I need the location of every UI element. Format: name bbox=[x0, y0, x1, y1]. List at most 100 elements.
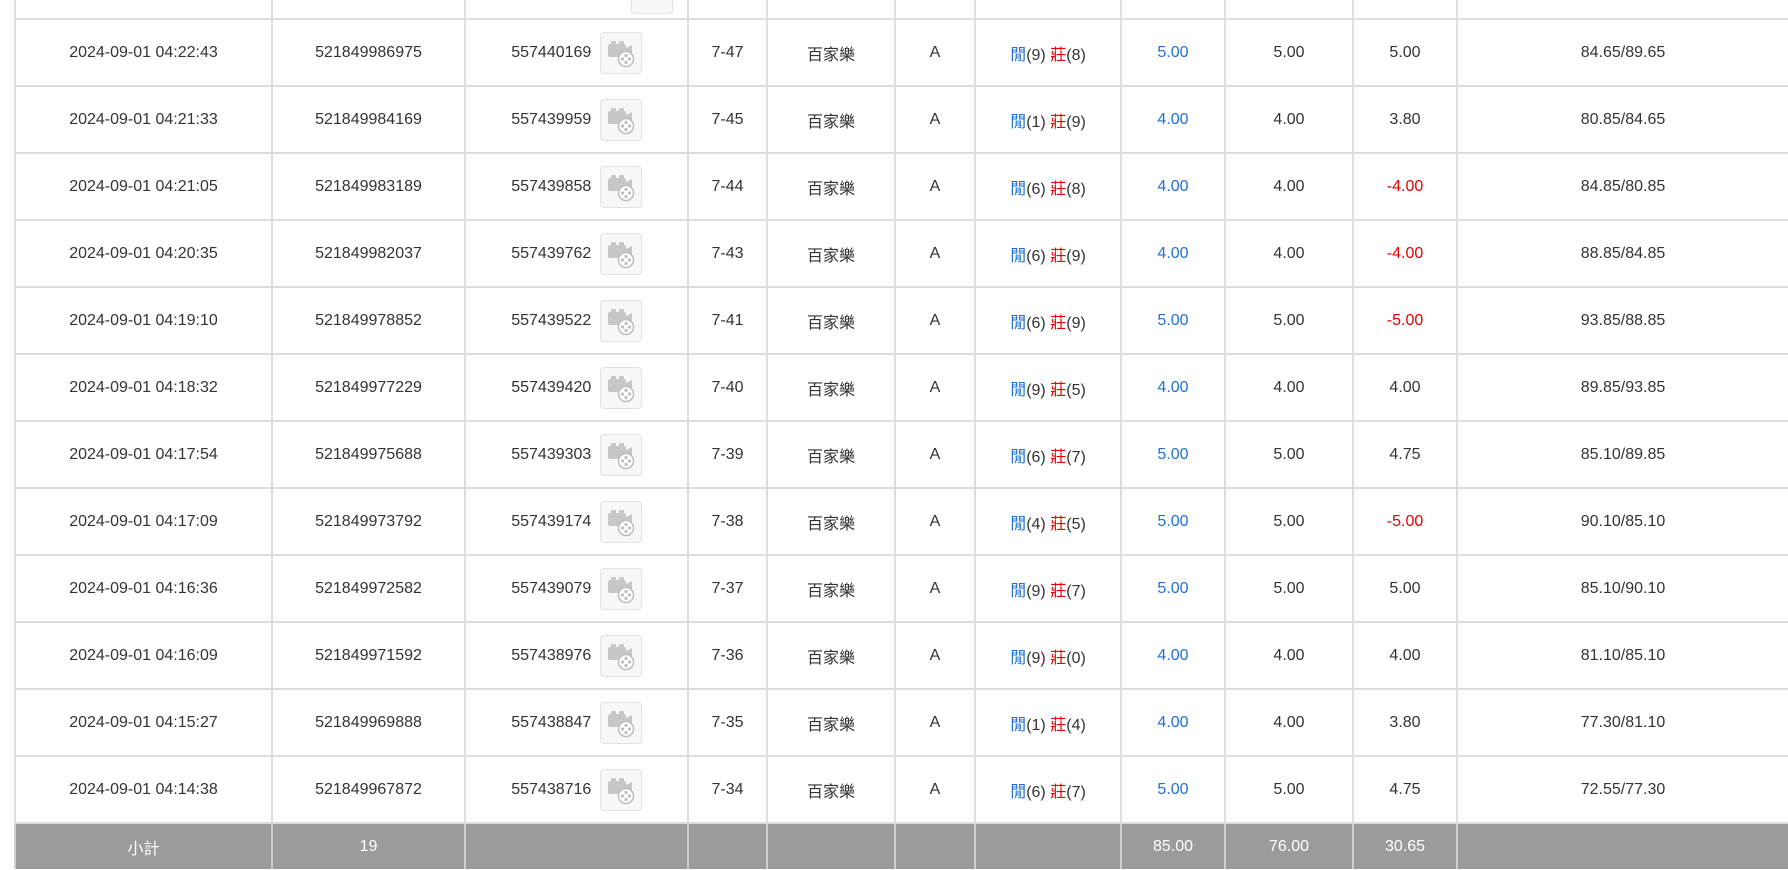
bet-time: 2024-09-01 04:17:09 bbox=[14, 487, 273, 556]
video-replay-icon[interactable] bbox=[599, 232, 642, 275]
banker-label: 莊 bbox=[1050, 180, 1067, 198]
table-number: 7-45 bbox=[687, 85, 768, 154]
video-replay-icon[interactable] bbox=[599, 98, 642, 141]
player-points: (6) bbox=[1026, 180, 1046, 198]
round-id: 557439858 bbox=[511, 177, 592, 195]
game-name: 百家樂 bbox=[766, 420, 896, 489]
banker-points: (7) bbox=[1066, 783, 1086, 801]
table-number: 7-41 bbox=[687, 286, 768, 355]
round-id-cell: 557439858 bbox=[464, 152, 689, 221]
player-label: 閒 bbox=[1010, 314, 1027, 332]
game-name: 百家樂 bbox=[766, 688, 896, 757]
video-replay-icon[interactable] bbox=[630, 0, 673, 14]
round-id-cell: 557439522 bbox=[464, 286, 689, 355]
table-type: A bbox=[894, 554, 976, 623]
player-points: (6) bbox=[1026, 247, 1046, 265]
table-row: 2024-09-01 04:21:05 521849983189 5574398… bbox=[14, 152, 1788, 221]
bet-time: 2024-09-01 04:16:09 bbox=[14, 621, 273, 690]
valid-bet-amount: 5.00 bbox=[1224, 755, 1354, 824]
table-number: 7-36 bbox=[687, 621, 768, 690]
balance-before-after: 84.85/80.85 bbox=[1456, 152, 1788, 221]
game-result: 閒(6) 莊(9) bbox=[974, 219, 1122, 288]
table-body: 2024-09-01 04:22:43 521849986975 5574401… bbox=[14, 0, 1788, 824]
bet-time: 2024-09-01 04:20:35 bbox=[14, 219, 273, 288]
game-result: 閒(1) 莊(4) bbox=[974, 688, 1122, 757]
round-id-cell: 557438847 bbox=[464, 688, 689, 757]
video-replay-icon[interactable] bbox=[599, 634, 642, 677]
round-id-cell: 557438716 bbox=[464, 755, 689, 824]
video-replay-icon[interactable] bbox=[599, 165, 642, 208]
table-type: A bbox=[894, 353, 976, 422]
bet-amount: 5.00 bbox=[1120, 18, 1226, 87]
round-id-cell: 557439420 bbox=[464, 353, 689, 422]
table-row: 2024-09-01 04:21:33 521849984169 5574399… bbox=[14, 85, 1788, 154]
video-replay-icon[interactable] bbox=[599, 701, 642, 744]
banker-points: (7) bbox=[1066, 582, 1086, 600]
bet-amount: 5.00 bbox=[1120, 554, 1226, 623]
table-type: A bbox=[894, 85, 976, 154]
player-points: (9) bbox=[1026, 582, 1046, 600]
round-id: 557439303 bbox=[511, 445, 592, 463]
win-loss-amount: -5.00 bbox=[1352, 487, 1458, 556]
bet-time: 2024-09-01 04:21:05 bbox=[14, 152, 273, 221]
win-loss-amount: 4.75 bbox=[1352, 420, 1458, 489]
table-row: 2024-09-01 04:17:09 521849973792 5574391… bbox=[14, 487, 1788, 556]
round-id-cell: 557439762 bbox=[464, 219, 689, 288]
win-loss-amount: 3.80 bbox=[1352, 85, 1458, 154]
game-name: 百家樂 bbox=[766, 219, 896, 288]
valid-bet-amount: 4.00 bbox=[1224, 621, 1354, 690]
table-row: 2024-09-01 04:20:35 521849982037 5574397… bbox=[14, 219, 1788, 288]
player-points: (4) bbox=[1026, 515, 1046, 533]
video-replay-icon[interactable] bbox=[599, 31, 642, 74]
player-label: 閒 bbox=[1010, 448, 1027, 466]
table-number: 7-40 bbox=[687, 353, 768, 422]
banker-points: (4) bbox=[1066, 716, 1086, 734]
player-points: (6) bbox=[1026, 448, 1046, 466]
player-label: 閒 bbox=[1010, 180, 1027, 198]
win-loss-amount: 4.00 bbox=[1352, 353, 1458, 422]
round-id: 557438716 bbox=[511, 780, 592, 798]
banker-points: (0) bbox=[1066, 649, 1086, 667]
valid-bet-amount: 4.00 bbox=[1224, 152, 1354, 221]
bet-time: 2024-09-01 04:22:43 bbox=[14, 18, 273, 87]
video-replay-icon[interactable] bbox=[599, 768, 642, 811]
bet-id: 521849967872 bbox=[271, 755, 466, 824]
table-row: 2024-09-01 04:15:27 521849969888 5574388… bbox=[14, 688, 1788, 757]
subtotal-row: 小計 19 85.00 76.00 30.65 bbox=[14, 822, 1788, 869]
table-number: 7-34 bbox=[687, 755, 768, 824]
player-label: 閒 bbox=[1010, 247, 1027, 265]
banker-label: 莊 bbox=[1050, 515, 1067, 533]
round-id: 557439079 bbox=[511, 579, 592, 597]
round-id: 557440169 bbox=[511, 43, 592, 61]
balance-before-after: 90.10/85.10 bbox=[1456, 487, 1788, 556]
bet-amount: 4.00 bbox=[1120, 219, 1226, 288]
player-points: (1) bbox=[1026, 716, 1046, 734]
valid-bet-amount: 5.00 bbox=[1224, 18, 1354, 87]
banker-points: (8) bbox=[1066, 180, 1086, 198]
video-replay-icon[interactable] bbox=[599, 299, 642, 342]
table-number: 7-39 bbox=[687, 420, 768, 489]
video-replay-icon[interactable] bbox=[599, 500, 642, 543]
game-name: 百家樂 bbox=[766, 18, 896, 87]
video-replay-icon[interactable] bbox=[599, 433, 642, 476]
game-result: 閒(9) 莊(7) bbox=[974, 554, 1122, 623]
player-points: (6) bbox=[1026, 783, 1046, 801]
table-row: 2024-09-01 04:14:38 521849967872 5574387… bbox=[14, 755, 1788, 824]
win-loss-amount: 3.80 bbox=[1352, 688, 1458, 757]
player-points: (9) bbox=[1026, 649, 1046, 667]
balance-before-after: 89.85/93.85 bbox=[1456, 353, 1788, 422]
banker-points: (5) bbox=[1066, 381, 1086, 399]
video-replay-icon[interactable] bbox=[599, 366, 642, 409]
bet-id: 521849969888 bbox=[271, 688, 466, 757]
game-name: 百家樂 bbox=[766, 554, 896, 623]
win-loss-amount: -4.00 bbox=[1352, 219, 1458, 288]
balance-before-after: 77.30/81.10 bbox=[1456, 688, 1788, 757]
bet-id: 521849977229 bbox=[271, 353, 466, 422]
table-type: A bbox=[894, 621, 976, 690]
video-replay-icon[interactable] bbox=[599, 567, 642, 610]
round-id: 557439420 bbox=[511, 378, 592, 396]
banker-points: (9) bbox=[1066, 247, 1086, 265]
player-label: 閒 bbox=[1010, 113, 1027, 131]
table-type: A bbox=[894, 688, 976, 757]
valid-bet-amount: 5.00 bbox=[1224, 420, 1354, 489]
